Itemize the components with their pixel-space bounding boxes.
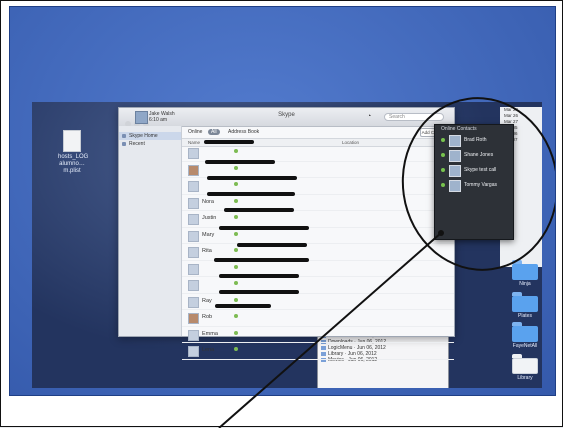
photo-frame: hosts_LOG alumno…m.plist Mar 24 Mar 26 M…	[0, 0, 563, 428]
annotation-arrow-line	[218, 230, 444, 428]
annotation-line	[218, 232, 442, 428]
annotation-endpoint	[438, 230, 444, 236]
